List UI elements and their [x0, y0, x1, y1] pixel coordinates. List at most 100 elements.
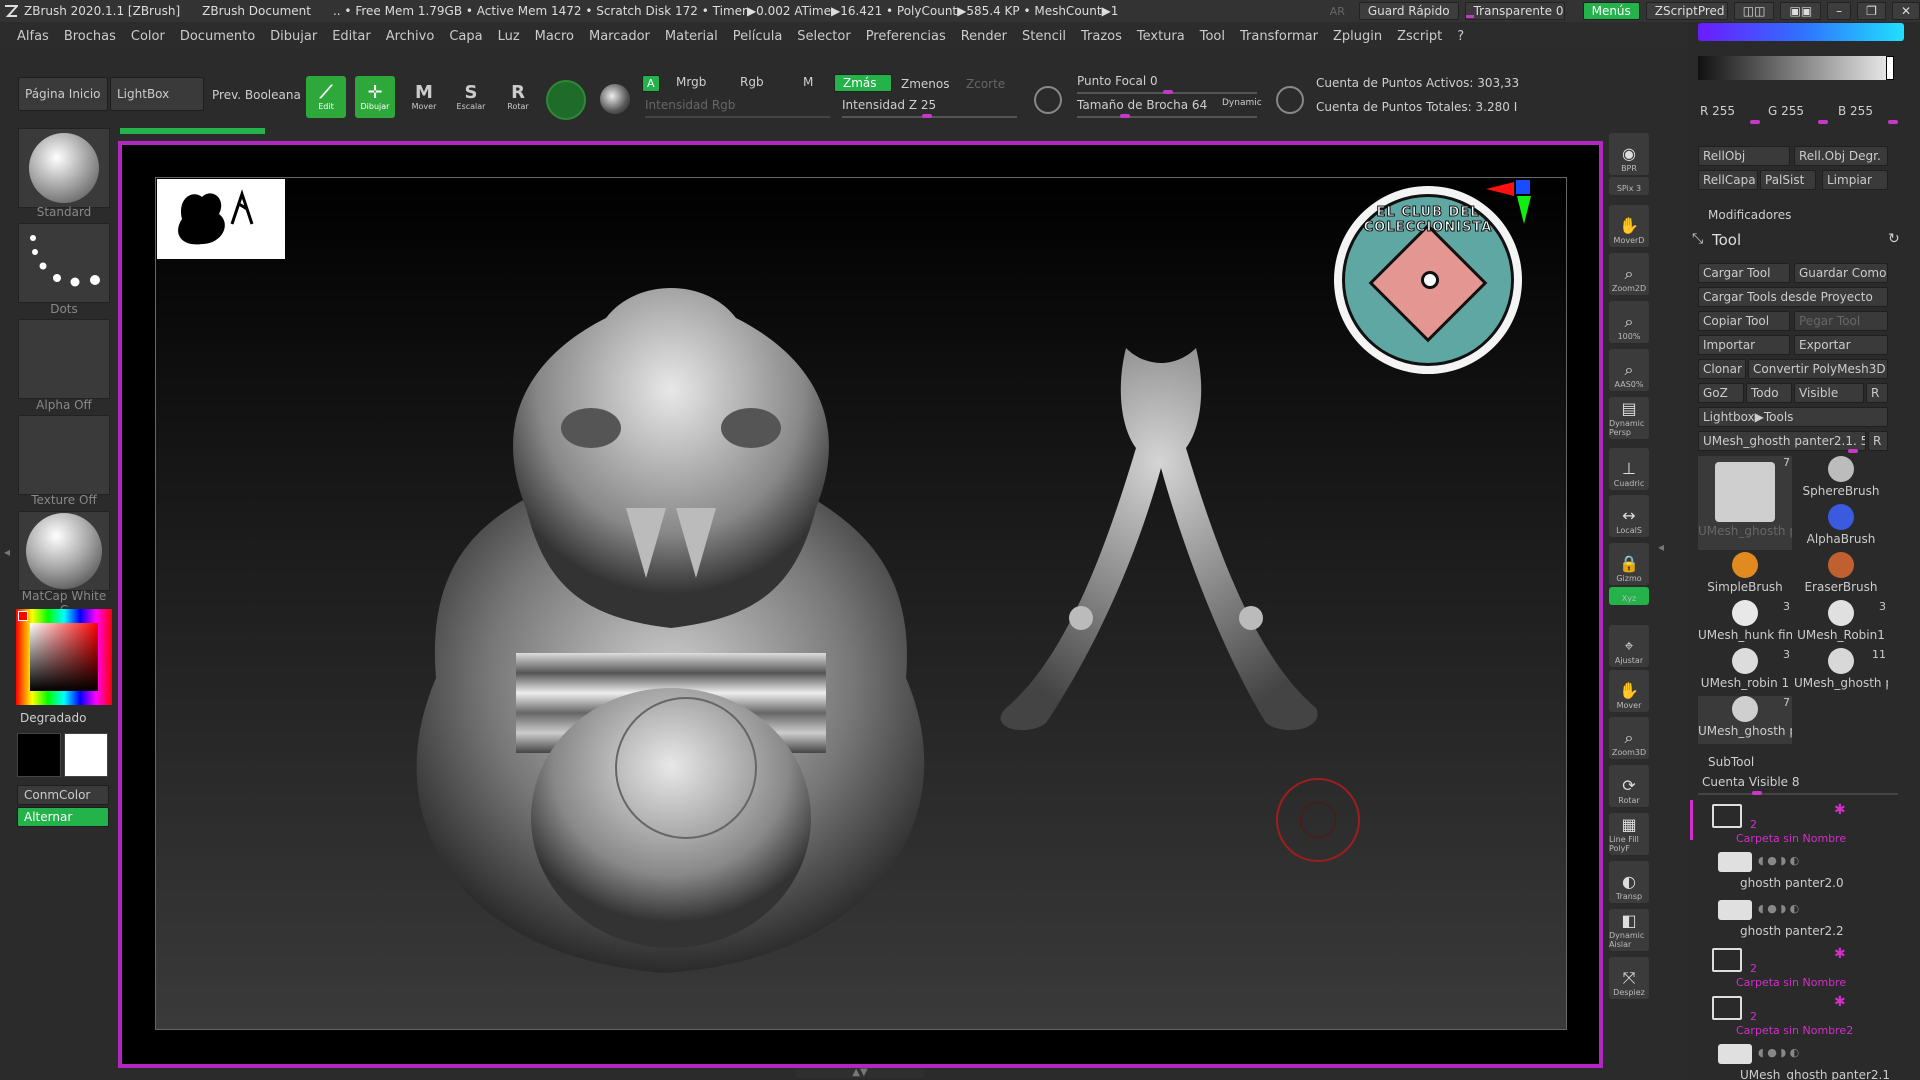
- switch-color-button[interactable]: ConmColor: [17, 785, 109, 805]
- tool-item-6[interactable]: UMesh_Robin1 3: [1794, 600, 1888, 648]
- save-as-button[interactable]: Guardar Como: [1794, 263, 1888, 283]
- rightbar-xpose-button[interactable]: ⤧ Despiez: [1609, 957, 1649, 999]
- green-handle[interactable]: [1818, 120, 1828, 124]
- rightbar-rotate-button[interactable]: ⟳ Rotar: [1609, 765, 1649, 807]
- tool-pin-icon[interactable]: ⤡: [1692, 231, 1703, 247]
- rgb-intensity-slider[interactable]: Intensidad Rgb: [645, 98, 735, 112]
- blue-value[interactable]: B 255: [1838, 104, 1873, 118]
- tool-item-0[interactable]: UMesh_ghosth p 7: [1698, 456, 1792, 550]
- window-layout-icon[interactable]: ▣▣: [1780, 2, 1822, 20]
- menu-help[interactable]: ?: [1457, 29, 1464, 44]
- lightbox-button[interactable]: LightBox: [110, 77, 204, 111]
- goz-all-button[interactable]: Todo: [1746, 383, 1792, 403]
- close-icon[interactable]: ✕: [1891, 2, 1920, 20]
- tool-item-9[interactable]: UMesh_ghosth p 7: [1698, 696, 1792, 744]
- canvas-frame[interactable]: EL CLUB DEL COLECCIONISTA: [118, 141, 1603, 1068]
- menu-material[interactable]: Material: [665, 29, 718, 44]
- main-color-swatch[interactable]: [64, 733, 108, 777]
- menus-button[interactable]: Menús: [1582, 2, 1640, 20]
- transparent-slider[interactable]: Transparente 0: [1464, 2, 1565, 20]
- subtool-item[interactable]: UMesh_ghosth panter2.1 ◖ ● ◗ ◐: [1698, 1042, 1908, 1080]
- visible-count-handle[interactable]: [1752, 791, 1762, 795]
- move-button[interactable]: M Mover: [404, 76, 444, 118]
- home-page-button[interactable]: Página Inicio: [18, 77, 108, 111]
- alternate-button[interactable]: Alternar: [17, 807, 109, 827]
- mrgb-sphere-icon[interactable]: [600, 84, 630, 114]
- right-collapse-arrow-icon[interactable]: ◂: [1658, 540, 1664, 554]
- menu-tool[interactable]: Tool: [1200, 29, 1225, 44]
- ui-layout-icon[interactable]: ◫◫: [1733, 2, 1775, 20]
- subtool-visibility-icon[interactable]: ◖ ● ◗ ◐: [1758, 854, 1799, 867]
- value-handle[interactable]: [1886, 56, 1894, 80]
- value-strip[interactable]: [1698, 56, 1894, 80]
- rightbar-xyz-button[interactable]: Xyz: [1609, 587, 1649, 605]
- rightbar-actual-button[interactable]: ⌕ 100%: [1609, 301, 1649, 343]
- current-tool-r-button[interactable]: R: [1868, 431, 1888, 451]
- hue-strip[interactable]: [1698, 23, 1904, 41]
- tool-refresh-icon[interactable]: ↻: [1888, 231, 1900, 247]
- rightbar-aahalf-button[interactable]: ⌕ AAS0%: [1609, 349, 1649, 391]
- goz-button[interactable]: GoZ: [1698, 383, 1744, 403]
- subtool-item[interactable]: ghosth panter2.0 ◖ ● ◗ ◐: [1698, 850, 1908, 894]
- palsist-button[interactable]: PalSist: [1760, 170, 1816, 190]
- import-button[interactable]: Importar: [1698, 335, 1790, 355]
- lazy-mouse-icon[interactable]: [1034, 86, 1062, 114]
- tool-title[interactable]: Tool: [1712, 231, 1741, 249]
- menu-brochas[interactable]: Brochas: [64, 29, 116, 44]
- bottom-collapse-handle-icon[interactable]: ▲▼: [796, 1068, 924, 1078]
- left-collapse-arrow-icon[interactable]: ◂: [4, 545, 10, 585]
- rightbar-polyf-button[interactable]: ▦ Line Fill PolyF: [1609, 813, 1649, 855]
- load-tools-from-project-button[interactable]: Cargar Tools desde Proyecto: [1698, 287, 1888, 307]
- rightbar-local-button[interactable]: ↔ LocalS: [1609, 495, 1649, 537]
- menu-alfas[interactable]: Alfas: [17, 29, 49, 44]
- secondary-color-swatch[interactable]: [17, 733, 61, 777]
- focal-shift-handle[interactable]: [1163, 90, 1173, 94]
- menu-zplugin[interactable]: Zplugin: [1333, 29, 1382, 44]
- export-button[interactable]: Exportar: [1794, 335, 1888, 355]
- paste-tool-button[interactable]: Pegar Tool: [1794, 311, 1888, 331]
- stroke-thumbnail[interactable]: [18, 223, 110, 303]
- rightbar-solo-button[interactable]: ◧ Dynamic Aislar: [1609, 909, 1649, 951]
- focal-shift-slider[interactable]: Punto Focal 0: [1077, 74, 1158, 88]
- 3d-viewport[interactable]: EL CLUB DEL COLECCIONISTA: [155, 177, 1567, 1030]
- tool-item-8[interactable]: UMesh_ghosth p 11: [1794, 648, 1888, 696]
- rightbar-zoom3d-button[interactable]: ⌕ Zoom3D: [1609, 717, 1649, 759]
- modifiers-label[interactable]: Modificadores: [1708, 208, 1791, 222]
- texture-thumbnail[interactable]: [18, 415, 110, 495]
- rightbar-frame-button[interactable]: ⌖ Ajustar: [1609, 625, 1649, 667]
- tool-item-2[interactable]: AlphaBrush: [1794, 504, 1888, 552]
- dynamic-button[interactable]: Dynamic: [1222, 98, 1262, 108]
- subtool-label[interactable]: SubTool: [1708, 755, 1754, 769]
- goz-visible-button[interactable]: Visible: [1794, 383, 1864, 403]
- menu-macro[interactable]: Macro: [535, 29, 574, 44]
- quicksave-button[interactable]: Guard Rápido: [1358, 2, 1459, 20]
- goz-r-button[interactable]: R: [1866, 383, 1888, 403]
- fill-layer-button[interactable]: RellCapa: [1698, 170, 1758, 190]
- tool-item-7[interactable]: UMesh_robin 1 3: [1698, 648, 1792, 696]
- blue-handle[interactable]: [1888, 120, 1898, 124]
- a-button[interactable]: A: [642, 75, 660, 92]
- clone-button[interactable]: Clonar: [1698, 359, 1746, 379]
- fill-object-button[interactable]: RellObj: [1698, 146, 1790, 166]
- visible-count-label[interactable]: Cuenta Visible 8: [1702, 775, 1800, 789]
- green-value[interactable]: G 255: [1768, 104, 1804, 118]
- menu-editar[interactable]: Editar: [332, 29, 371, 44]
- brush-thumbnail[interactable]: [18, 128, 110, 208]
- menu-pel-cula[interactable]: Película: [733, 29, 783, 44]
- rightbar-grid-button[interactable]: ⊥ Cuadric: [1609, 448, 1649, 490]
- menu-zscript[interactable]: Zscript: [1397, 29, 1442, 44]
- fill-object-gradient-button[interactable]: Rell.Obj Degr.: [1794, 146, 1888, 166]
- rightbar-transp-button[interactable]: ◐ Transp: [1609, 861, 1649, 903]
- z-intensity-slider[interactable]: Intensidad Z 25: [842, 98, 936, 112]
- subtool-visibility-icon[interactable]: ◖ ● ◗ ◐: [1758, 1046, 1799, 1059]
- clear-button[interactable]: Limpiar: [1822, 170, 1888, 190]
- subtool-visibility-icon[interactable]: ◖ ● ◗ ◐: [1758, 902, 1799, 915]
- menu-luz[interactable]: Luz: [498, 29, 520, 44]
- menu-color[interactable]: Color: [131, 29, 165, 44]
- folder-gear-icon[interactable]: ✱: [1834, 802, 1846, 818]
- brush-size-handle[interactable]: [1120, 114, 1130, 118]
- head-sculpt-model[interactable]: [376, 258, 966, 978]
- prev-boolean-button[interactable]: Prev. Booleana: [212, 88, 301, 102]
- subtool-folder[interactable]: 2 Carpeta sin Nombre2 ✱: [1698, 992, 1908, 1037]
- copy-tool-button[interactable]: Copiar Tool: [1698, 311, 1790, 331]
